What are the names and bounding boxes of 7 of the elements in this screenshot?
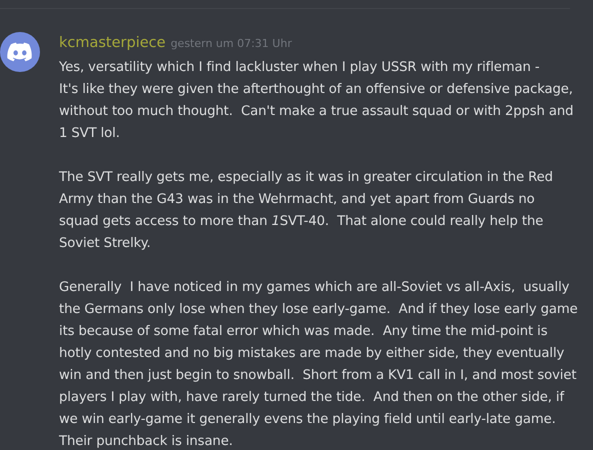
chat-logo-icon (7, 42, 33, 62)
author-name[interactable]: kcmasterpiece (59, 35, 166, 51)
message-paragraph: The SVT really gets me, especially as it was in greater circulation in the Red Army than the G43 was in the Wehrmacht, and yet apart from Guards no squad gets access to more than 1SVT-40. That alone could really help the Soviet Strelky. (59, 169, 554, 253)
message-timestamp: gestern um 07:31 Uhr (170, 37, 292, 50)
message-paragraph: Generally I have noticed in my games which are all-Soviet vs all-Axis, usually the Germans only lose when they lose early-game. And if they lose early game its because of some fatal error which was made. Any time the mid-point is hotly contested and no big mistakes are made by either side, they eventually win and then just begin to snowball. Short from a KV1 call in I, and most soviet players I play with, have rarely turned the tide. And then on the other side, if we win early-game it generally evens the playing field until early-late game. Their punchback is insane. (59, 279, 578, 450)
message-paragraph: Yes, versatility which I find lackluster when I play USSR with my rifleman - It's like they were given the afterthought of an offensive or defensive package, without too much thought. Can't make a true assault squad or with 2ppsh and 1 SVT lol. (59, 59, 574, 143)
user-avatar[interactable] (0, 32, 40, 72)
